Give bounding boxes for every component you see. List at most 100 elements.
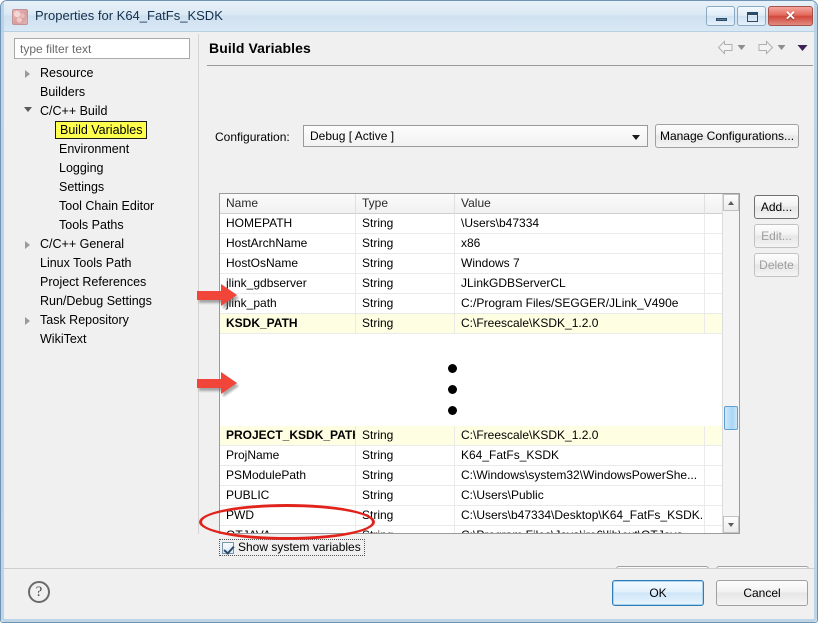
scrollbar-thumb[interactable]: [724, 406, 738, 430]
table-row[interactable]: HostOsName String Windows 7: [220, 254, 739, 274]
cell-type: String: [356, 426, 455, 445]
forward-history-chevron-down-icon[interactable]: [777, 44, 786, 51]
maximize-button[interactable]: [737, 6, 766, 26]
dialog-footer: ? OK Cancel: [4, 569, 816, 621]
close-icon: ✕: [785, 8, 796, 23]
table-header: Name Type Value: [220, 194, 739, 214]
tree-item-linux-tools-path[interactable]: Linux Tools Path: [12, 254, 195, 273]
expand-arrow-icon[interactable]: [25, 70, 30, 78]
tree-item-label: Run/Debug Settings: [40, 294, 152, 308]
table-vertical-scrollbar[interactable]: [722, 194, 739, 533]
cell-name: QTJAVA: [220, 526, 356, 533]
ellipsis-dot: [448, 385, 457, 394]
table-row[interactable]: ProjName String K64_FatFs_KSDK: [220, 446, 739, 466]
app-icon: [12, 9, 28, 25]
tree-item-label: Settings: [59, 180, 105, 194]
cell-value: C:\Program Files\Java\jre6\lib\ext\QTJav…: [455, 526, 705, 533]
properties-dialog: Properties for K64_FatFs_KSDK ✕ Resource…: [0, 0, 818, 623]
tree-item-builders[interactable]: Builders: [12, 83, 195, 102]
configuration-select[interactable]: Debug [ Active ]: [303, 125, 648, 147]
page-title: Build Variables: [209, 40, 311, 56]
cell-type: String: [356, 506, 455, 525]
tree-item-logging[interactable]: Logging: [12, 159, 195, 178]
tree-item-label: Task Repository: [40, 313, 129, 327]
tree-item-resource[interactable]: Resource: [12, 64, 195, 83]
show-system-variables-checkbox[interactable]: [222, 542, 235, 555]
page-title-divider: [207, 65, 813, 66]
cell-type: String: [356, 294, 455, 313]
table-row[interactable]: jlink_path String C:/Program Files/SEGGE…: [220, 294, 739, 314]
tree-item-environment[interactable]: Environment: [12, 140, 195, 159]
tree-item-label: Tool Chain Editor: [59, 199, 155, 213]
ellipsis-dot: [448, 364, 457, 373]
cancel-button[interactable]: Cancel: [716, 580, 808, 606]
back-arrow-icon[interactable]: [717, 40, 734, 55]
cell-name: PROJECT_KSDK_PATH: [220, 426, 356, 445]
close-button[interactable]: ✕: [768, 6, 813, 26]
maximize-icon: [747, 12, 758, 22]
tree-item-c-cpp-build[interactable]: C/C++ Build: [12, 102, 195, 121]
add-button[interactable]: Add...: [754, 195, 799, 219]
tree-item-label: Environment: [59, 142, 130, 156]
column-header-type[interactable]: Type: [356, 194, 455, 214]
cell-name: jlink_path: [220, 294, 356, 313]
tree-item-label: C/C++ General: [40, 237, 125, 251]
ok-button[interactable]: OK: [612, 580, 704, 606]
table-row[interactable]: PSModulePath String C:\Windows\system32\…: [220, 466, 739, 486]
cell-name: KSDK_PATH: [220, 314, 356, 333]
settings-tree: Resource Builders C/C++ Build Build Vari…: [12, 64, 195, 526]
show-system-variables-label: Show system variables: [238, 540, 361, 554]
table-row[interactable]: HostArchName String x86: [220, 234, 739, 254]
tree-item-tools-paths[interactable]: Tools Paths: [12, 216, 195, 235]
expand-arrow-icon[interactable]: [25, 317, 30, 325]
tree-item-build-variables[interactable]: Build Variables: [12, 121, 195, 140]
window-controls: ✕: [706, 6, 813, 26]
cell-type: String: [356, 214, 455, 233]
tree-item-label: Build Variables: [55, 121, 148, 139]
forward-arrow-icon[interactable]: [757, 40, 774, 55]
tree-item-wikitext[interactable]: WikiText: [12, 330, 195, 349]
table-row-ksdk-path[interactable]: KSDK_PATH String C:\Freescale\KSDK_1.2.0: [220, 314, 739, 334]
column-header-value[interactable]: Value: [455, 194, 705, 214]
table-rows: HOMEPATH String \Users\b47334 HostArchNa…: [220, 214, 739, 533]
help-icon[interactable]: ?: [28, 581, 50, 603]
cell-value: C:\Users\b47334\Desktop\K64_FatFs_KSDK..…: [455, 506, 705, 525]
scroll-up-button[interactable]: [723, 194, 739, 211]
back-history-chevron-down-icon[interactable]: [737, 44, 746, 51]
tree-item-label: Logging: [59, 161, 104, 175]
tree-item-run-debug-settings[interactable]: Run/Debug Settings: [12, 292, 195, 311]
scroll-down-button[interactable]: [723, 516, 739, 533]
cell-name: HOMEPATH: [220, 214, 356, 233]
tree-item-label: Linux Tools Path: [40, 256, 132, 270]
table-row[interactable]: jlink_gdbserver String JLinkGDBServerCL: [220, 274, 739, 294]
scroll-down-icon: [728, 523, 734, 527]
table-row[interactable]: PWD String C:\Users\b47334\Desktop\K64_F…: [220, 506, 739, 526]
table-row[interactable]: PUBLIC String C:\Users\Public: [220, 486, 739, 506]
cell-type: String: [356, 274, 455, 293]
tree-item-tool-chain-editor[interactable]: Tool Chain Editor: [12, 197, 195, 216]
cell-name: HostArchName: [220, 234, 356, 253]
table-row[interactable]: HOMEPATH String \Users\b47334: [220, 214, 739, 234]
view-menu-chevron-down-filled-icon[interactable]: [797, 44, 808, 52]
cell-type: String: [356, 526, 455, 533]
column-header-name[interactable]: Name: [220, 194, 356, 214]
expand-arrow-icon[interactable]: [25, 241, 30, 249]
configuration-label: Configuration:: [215, 130, 290, 144]
cell-value: C:\Freescale\KSDK_1.2.0: [455, 314, 705, 333]
tree-item-label: Tools Paths: [59, 218, 124, 232]
cell-value: K64_FatFs_KSDK: [455, 446, 705, 465]
manage-configurations-button[interactable]: Manage Configurations...: [655, 124, 799, 148]
table-row[interactable]: QTJAVA String C:\Program Files\Java\jre6…: [220, 526, 739, 533]
table-row-project-ksdk-path[interactable]: PROJECT_KSDK_PATH String C:\Freescale\KS…: [220, 426, 739, 446]
tree-item-task-repository[interactable]: Task Repository: [12, 311, 195, 330]
filter-input[interactable]: [14, 38, 190, 59]
tree-item-settings[interactable]: Settings: [12, 178, 195, 197]
scroll-up-icon: [728, 201, 734, 205]
tree-item-c-cpp-general[interactable]: C/C++ General: [12, 235, 195, 254]
cell-type: String: [356, 254, 455, 273]
delete-button: Delete: [754, 253, 799, 277]
minimize-button[interactable]: [706, 6, 735, 26]
ellipsis-dot: [448, 406, 457, 415]
tree-item-project-references[interactable]: Project References: [12, 273, 195, 292]
cell-name: PUBLIC: [220, 486, 356, 505]
